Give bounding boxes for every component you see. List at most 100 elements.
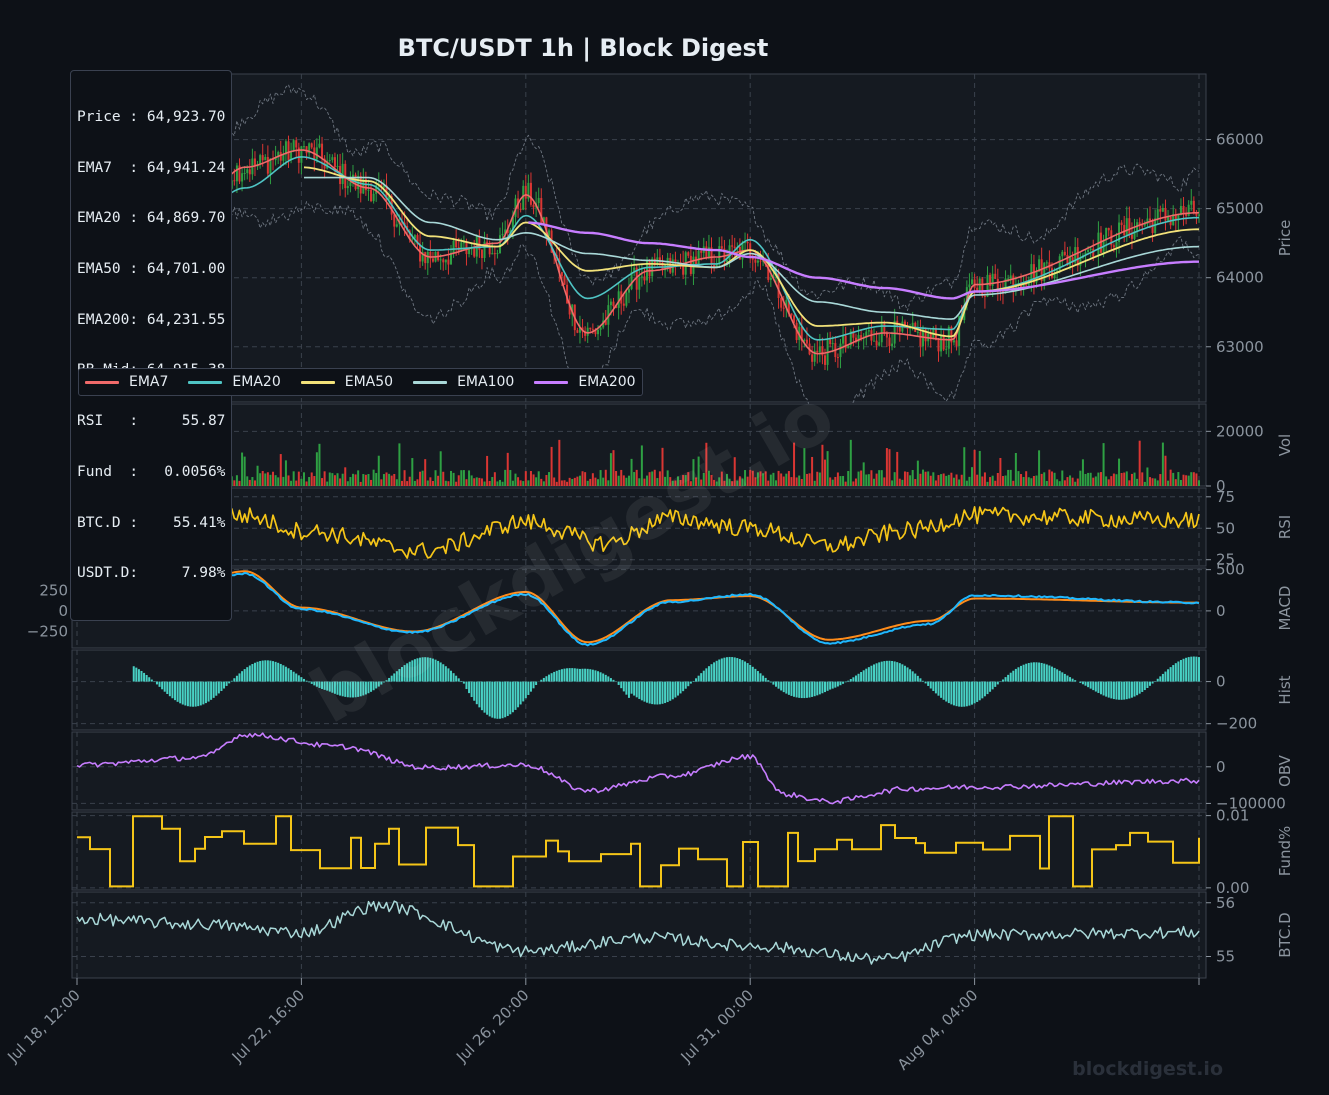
histogram-bar [710, 664, 713, 682]
info-row-btcd: BTC.D : 55.41% [77, 514, 226, 531]
histogram-bar [1164, 671, 1167, 682]
histogram-bar [594, 670, 597, 682]
volume-bar [480, 478, 483, 486]
volume-bar [1141, 472, 1144, 486]
volume-bar [836, 472, 839, 486]
volume-bar [400, 480, 403, 486]
candle-body [1112, 245, 1115, 248]
candle-body [1187, 204, 1190, 216]
histogram-bar [137, 669, 140, 682]
histogram-bar [1040, 662, 1043, 682]
candle-body [468, 249, 471, 255]
histogram-bar [942, 681, 945, 700]
volume-bar [1007, 469, 1010, 486]
histogram-bar [764, 677, 767, 682]
volume-bar [1174, 479, 1177, 486]
candle-body [264, 156, 267, 161]
volume-bar [499, 479, 502, 486]
candle-body [831, 343, 834, 345]
histogram-bar [844, 681, 847, 683]
candle-body [537, 197, 540, 203]
volume-bar [1020, 474, 1023, 486]
histogram-bar [831, 681, 834, 689]
volume-bar [1123, 472, 1126, 486]
histogram-bar [725, 657, 728, 682]
volume-bar [1161, 442, 1164, 486]
histogram-bar [1198, 657, 1200, 682]
candle-body [718, 246, 721, 265]
candle-body [1198, 214, 1200, 216]
candle-body [1141, 225, 1144, 227]
histogram-bar [994, 681, 997, 687]
histogram-bar [573, 668, 576, 682]
histogram-bar [496, 681, 499, 719]
histogram-bar [777, 681, 780, 689]
histogram-bar [274, 661, 277, 682]
histogram-bar [1120, 681, 1123, 700]
histogram-bar [1004, 677, 1007, 682]
candle-body [818, 346, 821, 353]
candle-body [780, 297, 783, 308]
volume-bar [1069, 475, 1072, 486]
candle-body [1148, 218, 1151, 221]
histogram-bar [1099, 681, 1102, 695]
volume-bar [1102, 443, 1105, 486]
volume-bar [914, 479, 917, 486]
histogram-bar [228, 681, 231, 684]
histogram-bar [785, 681, 788, 694]
histogram-bar [230, 680, 233, 682]
volume-bar [924, 471, 927, 486]
histogram-bar [793, 681, 796, 697]
volume-bar [860, 470, 863, 486]
histogram-bar [529, 681, 532, 692]
candle-body [310, 143, 313, 148]
histogram-bar [996, 681, 999, 685]
candle-body [1063, 251, 1066, 256]
volume-bar [885, 448, 888, 486]
histogram-bar [627, 681, 630, 698]
histogram-bar [1190, 656, 1193, 682]
candle-body [878, 342, 881, 346]
histogram-bar [241, 671, 244, 682]
volume-bar [1105, 476, 1108, 486]
histogram-bar [186, 681, 189, 707]
volume-bar [313, 476, 316, 486]
histogram-bar [243, 669, 246, 682]
histogram-bar [676, 681, 679, 696]
volume-bar [958, 479, 961, 486]
histogram-bar [1107, 681, 1110, 698]
candle-body [981, 278, 984, 296]
histogram-bar [937, 681, 940, 696]
candle-body [891, 343, 894, 347]
candle-body [333, 157, 336, 167]
histogram-bar [553, 671, 556, 682]
histogram-bar [651, 681, 654, 705]
volume-bar [344, 467, 347, 486]
volume-bar [911, 470, 914, 486]
volume-bar [310, 472, 313, 486]
volume-bar [491, 477, 494, 486]
volume-bar [1094, 476, 1097, 486]
volume-bar [609, 453, 612, 486]
volume-bar [1151, 478, 1154, 486]
volume-bar [996, 472, 999, 486]
histogram-bar [568, 668, 571, 682]
candle-body [875, 340, 878, 346]
histogram-bar [1118, 681, 1121, 700]
histogram-bar [860, 672, 863, 682]
volume-bar [994, 480, 997, 486]
volume-bar [898, 478, 901, 486]
histogram-bar [633, 681, 636, 696]
histogram-bar [473, 681, 476, 701]
candle-body [519, 208, 522, 210]
candle-body [860, 335, 863, 339]
histogram-bar [1174, 663, 1177, 682]
volume-bar [532, 474, 535, 486]
histogram-bar [483, 681, 486, 713]
volume-bar [246, 476, 249, 486]
histogram-bar [687, 681, 690, 687]
candle-body [1050, 268, 1053, 278]
histogram-bar [1177, 661, 1180, 682]
volume-bar [323, 471, 326, 486]
histogram-bar [197, 681, 200, 707]
